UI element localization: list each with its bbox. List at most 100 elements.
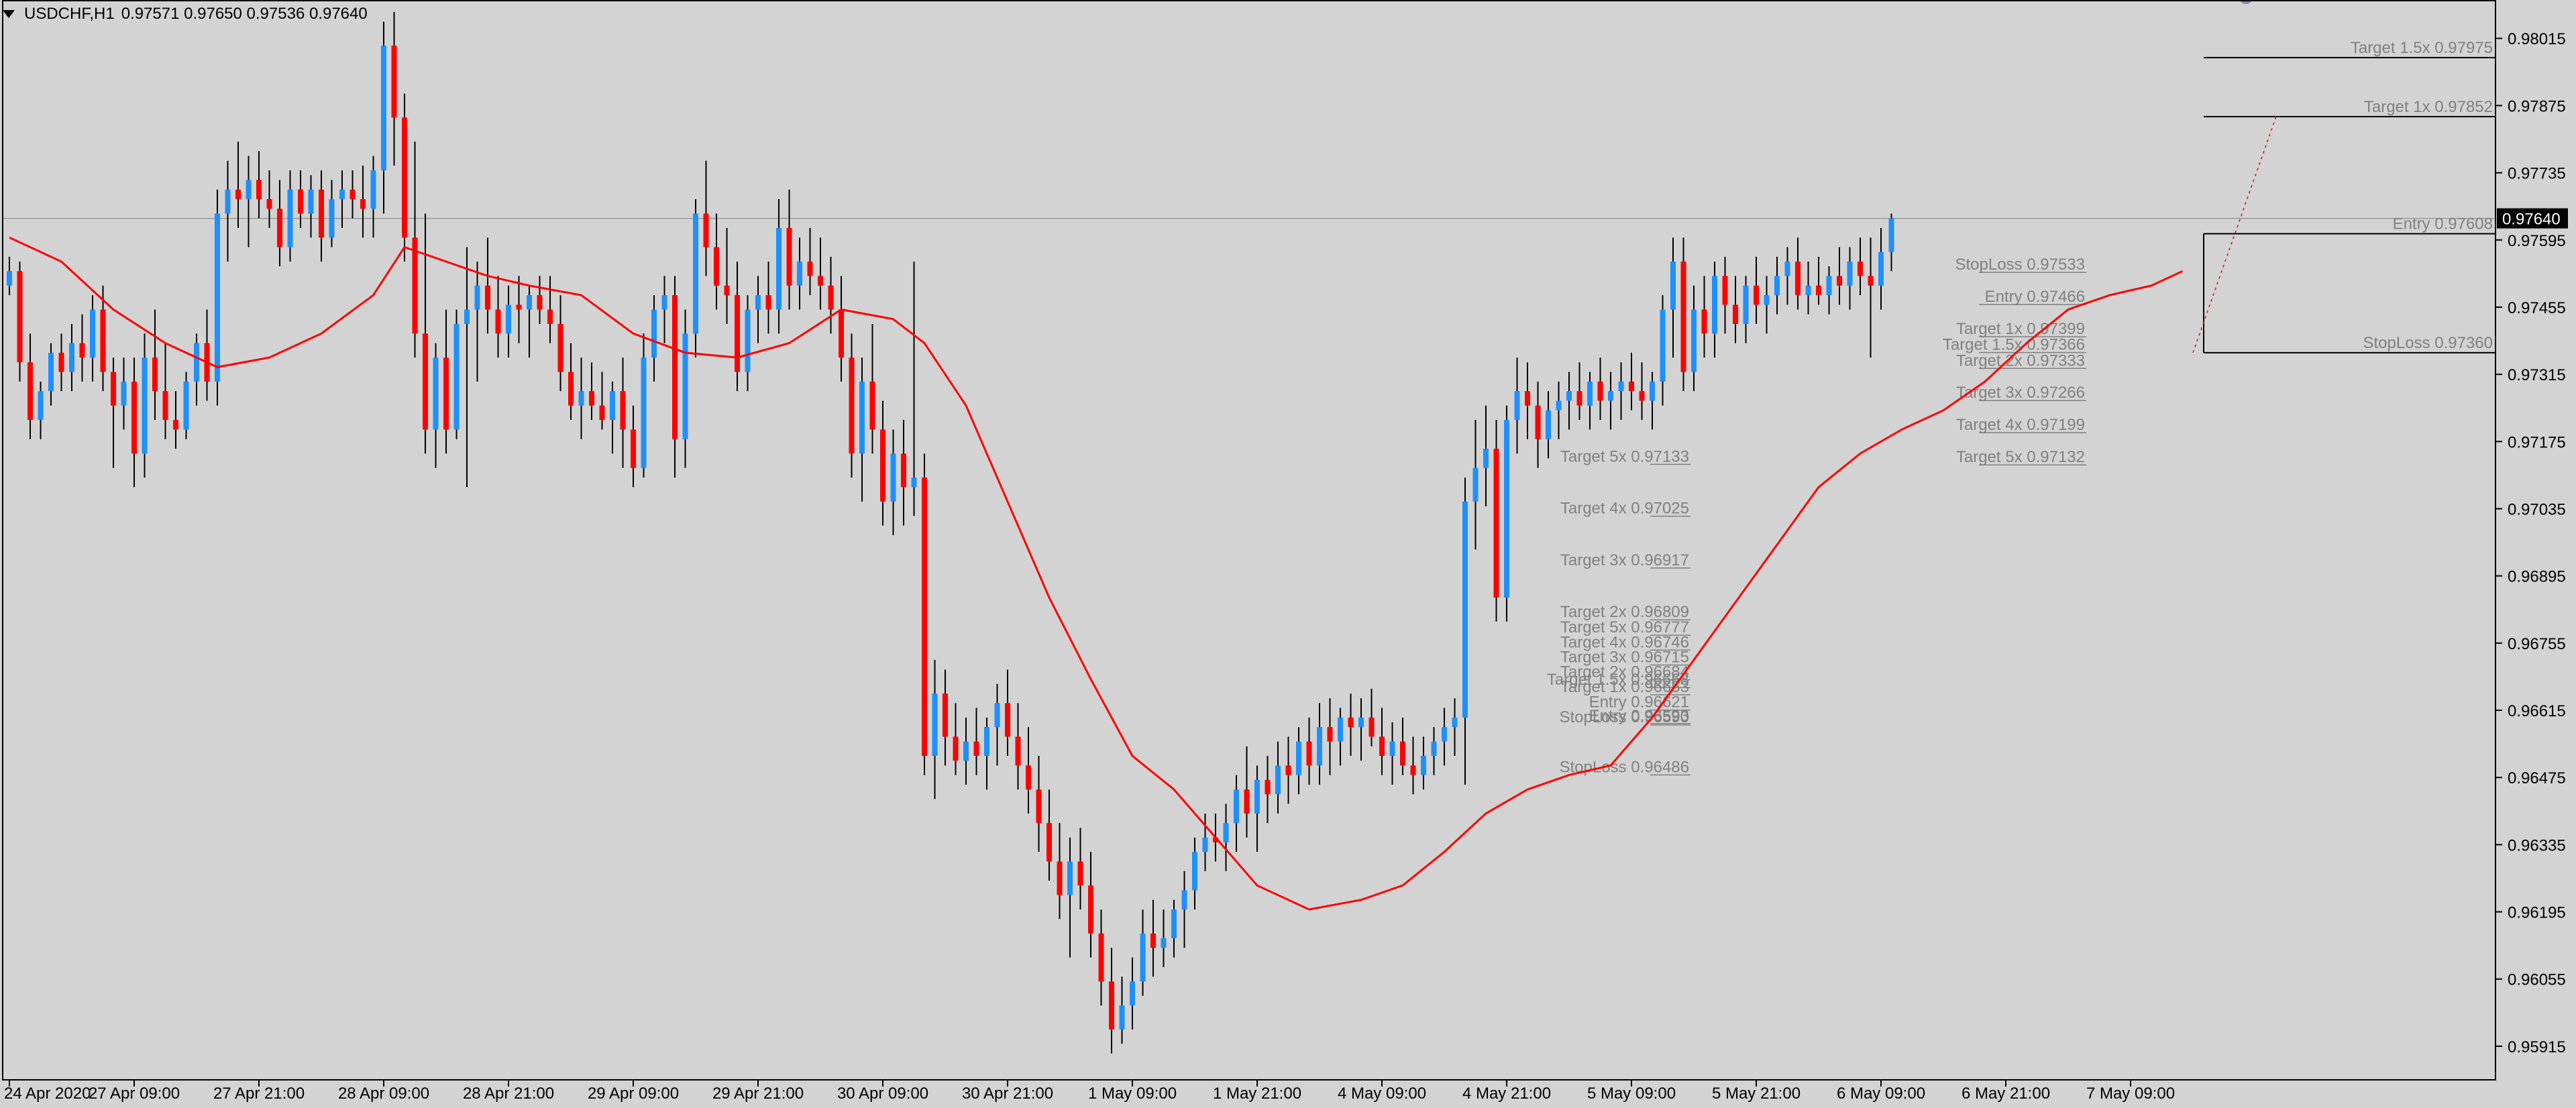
level-label: StopLoss 0.97360 [2363,334,2493,352]
candle-body [152,357,158,392]
candle-body [495,309,501,334]
candle-body [38,391,44,421]
candle-body [1109,981,1114,1030]
price-tick-label: 0.96475 [2508,769,2566,787]
candle-body [516,304,522,310]
candle-body [7,271,12,286]
candle-body [391,45,397,118]
candle-body [1462,501,1468,718]
time-tick-label: 29 Apr 21:00 [712,1085,804,1103]
candle-body [308,189,314,214]
candle-body [1171,909,1177,938]
chart-header: USDCHF,H1 0.97571 0.97650 0.97536 0.9764… [3,2,368,26]
candle-body [1650,381,1655,401]
candle-body [1223,823,1229,842]
candle-body [1119,1005,1125,1030]
candle-body [1244,789,1250,814]
candle-body [1442,727,1447,742]
candle-body [1088,885,1093,934]
time-tick-label: 27 Apr 21:00 [213,1085,305,1103]
candle-body [631,429,636,468]
candle-body [1691,309,1697,372]
candle-body [1098,933,1104,982]
candle-body [121,381,127,406]
candle-body [1576,391,1582,406]
candle-body [1743,285,1749,324]
price-tick-label: 0.97595 [2508,232,2566,250]
candle-body [880,429,885,502]
candle-body [1546,410,1551,439]
candle-body [537,295,543,310]
chart-window[interactable]: Target 2x 0.98098Target 1.5x 0.97975Targ… [0,0,2576,1108]
candle-body [1597,381,1603,401]
ohlc-readout: 0.97571 0.97650 0.97536 0.97640 [121,5,368,23]
time-tick-label: 4 May 21:00 [1462,1085,1551,1103]
level-label: Target 5x 0.97132 [1956,448,2085,466]
candle-body [1472,467,1479,502]
candle-body [641,357,647,468]
candle-body [599,405,605,421]
candle-body [1847,261,1853,286]
candle-body [1317,727,1322,766]
level-label: StopLoss 0.97533 [1955,256,2086,274]
candle-body [1265,779,1271,795]
candle-body [1774,276,1780,296]
level-label: Target 2x 0.97333 [1956,351,2085,370]
candle-body [1140,933,1146,982]
candle-body [1150,933,1156,948]
candle-body [1816,285,1821,296]
candle-body [256,180,262,199]
candle-body [1005,703,1010,737]
candle-body [1722,276,1728,305]
candle-body [1348,717,1354,728]
candle-body [527,295,532,310]
candle-body [1181,890,1187,909]
time-tick-label: 1 May 09:00 [1088,1085,1177,1103]
candle-body [1701,309,1707,334]
time-tick-label: 28 Apr 09:00 [338,1085,429,1103]
candle-body [111,372,116,406]
price-chart[interactable]: Target 2x 0.98098Target 1.5x 0.97975Targ… [0,0,2576,1108]
candle-body [1660,309,1666,382]
time-tick-label: 27 Apr 09:00 [89,1085,180,1103]
candle-body [786,227,792,286]
candle-body [350,189,356,199]
candle-body [142,357,148,454]
candle-body [1057,861,1063,895]
current-price-label: 0.97640 [2502,211,2561,229]
candle-body [610,391,615,421]
candle-body [1015,736,1021,766]
time-tick-label: 6 May 09:00 [1837,1085,1925,1103]
price-tick-label: 0.98015 [2508,30,2566,48]
level-label: Target 5x 0.97133 [1560,447,1689,465]
chart-menu-arrow-icon[interactable] [3,10,15,18]
candle-body [661,295,667,310]
candle-body [1733,304,1738,324]
level-label: Entry 0.97608 [2393,215,2493,233]
candle-body [1077,861,1083,886]
candle-body [298,189,303,214]
candle-body [1296,741,1301,775]
candle-body [828,285,834,310]
candle-body [1254,779,1260,814]
time-tick-label: 30 Apr 21:00 [962,1085,1053,1103]
candle-body [287,189,293,247]
level-label: Target 3x 0.96917 [1560,551,1689,569]
candle-body [620,391,626,430]
time-tick-label: 1 May 21:00 [1213,1085,1301,1103]
candle-body [1805,285,1811,296]
candle-body [381,45,386,171]
candle-body [453,324,460,430]
candle-body [100,309,106,372]
candle-body [1837,276,1842,286]
candle-body [433,357,439,430]
candle-body [932,693,938,756]
level-label: Target 4x 0.97199 [1956,416,2085,434]
time-tick-label: 5 May 09:00 [1587,1085,1676,1103]
candle-body [973,741,979,756]
candle-body [943,693,948,737]
price-tick-label: 0.97175 [2508,433,2566,451]
candle-body [849,357,855,454]
symbol-label: USDCHF,H1 [24,5,115,23]
candle-body [1067,861,1073,895]
